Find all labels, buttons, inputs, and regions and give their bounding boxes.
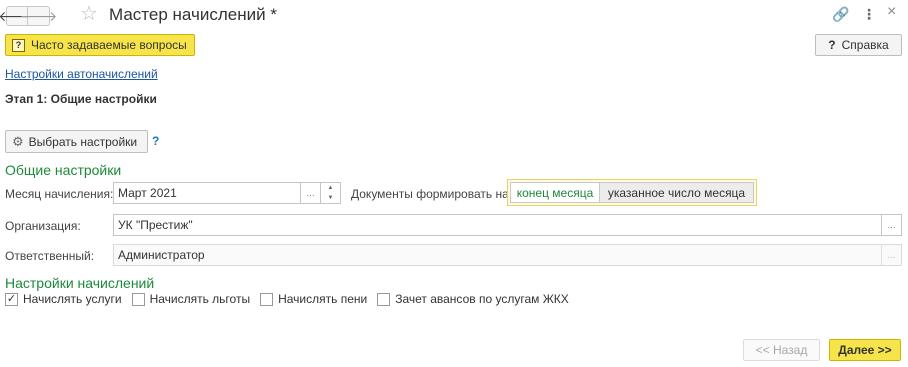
help-icon: ?	[828, 38, 836, 52]
choose-settings-hint-icon[interactable]: ?	[152, 134, 159, 148]
question-icon: ?	[12, 38, 25, 52]
docs-option-specified-day[interactable]: указанное число месяца	[600, 182, 754, 203]
checkbox-label: Начислять услуги	[23, 292, 122, 306]
faq-button-label: Часто задаваемые вопросы	[31, 38, 187, 52]
accrual-checkboxes: ✓ Начислять услуги Начислять льготы Начи…	[5, 292, 579, 306]
more-menu-icon[interactable]: ⋮	[862, 5, 876, 23]
close-icon[interactable]: ×	[887, 3, 896, 21]
arrow-right-icon: 🡒	[19, 7, 58, 24]
stage-title: Этап 1: Общие настройки	[5, 92, 157, 106]
month-stepper[interactable]: ▲ ▼	[321, 182, 341, 204]
forward-button[interactable]: 🡒	[20, 6, 57, 26]
month-select-button[interactable]: ...	[300, 183, 320, 203]
general-settings-heading: Общие настройки	[5, 162, 122, 178]
checkbox-box[interactable]	[131, 292, 145, 306]
next-step-button[interactable]: Далее >>	[829, 339, 901, 361]
responsible-label: Ответственный:	[5, 249, 95, 263]
checkbox-accrue-services[interactable]: ✓ Начислять услуги	[5, 292, 122, 306]
checkbox-accrue-penalties[interactable]: Начислять пени	[260, 292, 367, 306]
autoaccrual-settings-link[interactable]: Настройки автоначислений	[5, 67, 158, 81]
check-icon: ✓	[6, 292, 17, 305]
checkbox-box[interactable]	[377, 292, 391, 306]
docs-option-month-end[interactable]: конец месяца	[510, 182, 600, 203]
checkbox-label: Начислять пени	[278, 292, 368, 306]
month-label: Месяц начисления:	[5, 187, 114, 201]
checkbox-accrue-benefits[interactable]: Начислять льготы	[131, 292, 251, 306]
stepper-up-icon[interactable]: ▲	[328, 185, 334, 191]
favorite-star-icon[interactable]: ☆	[80, 4, 98, 24]
help-button[interactable]: ? Справка	[815, 34, 902, 56]
organization-select-button[interactable]: ...	[881, 215, 901, 235]
month-value: Март 2021	[118, 186, 177, 200]
link-icon[interactable]: 🔗	[832, 5, 849, 23]
responsible-value: Администратор	[118, 248, 205, 262]
checkbox-box[interactable]	[260, 292, 274, 306]
back-step-button[interactable]: << Назад	[743, 339, 820, 361]
accrual-settings-heading: Настройки начислений	[5, 275, 155, 291]
docs-switch: конец месяца указанное число месяца	[507, 179, 757, 206]
responsible-field[interactable]: Администратор ...	[113, 244, 902, 266]
organization-field[interactable]: УК "Престиж" ...	[113, 214, 902, 236]
window-title: Мастер начислений *	[109, 5, 277, 24]
settings-gear-icon: ⚙	[12, 134, 24, 149]
responsible-select-button[interactable]: ...	[881, 245, 901, 265]
checkbox-box-checked[interactable]: ✓	[5, 292, 18, 306]
docs-label: Документы формировать на:	[351, 187, 513, 201]
checkbox-label: Начислять льготы	[149, 292, 251, 306]
choose-settings-label: Выбрать настройки	[28, 134, 138, 149]
organization-label: Организация:	[5, 219, 81, 233]
organization-value: УК "Престиж"	[118, 218, 193, 232]
month-field[interactable]: Март 2021 ...	[113, 182, 321, 204]
help-button-label: Справка	[841, 38, 889, 52]
stepper-down-icon[interactable]: ▼	[328, 195, 334, 201]
faq-button[interactable]: ? Часто задаваемые вопросы	[5, 34, 195, 56]
choose-settings-button[interactable]: ⚙ Выбрать настройки	[5, 130, 148, 153]
checkbox-offset-advances[interactable]: Зачет авансов по услугам ЖКХ	[377, 292, 569, 306]
checkbox-label: Зачет авансов по услугам ЖКХ	[395, 292, 569, 306]
